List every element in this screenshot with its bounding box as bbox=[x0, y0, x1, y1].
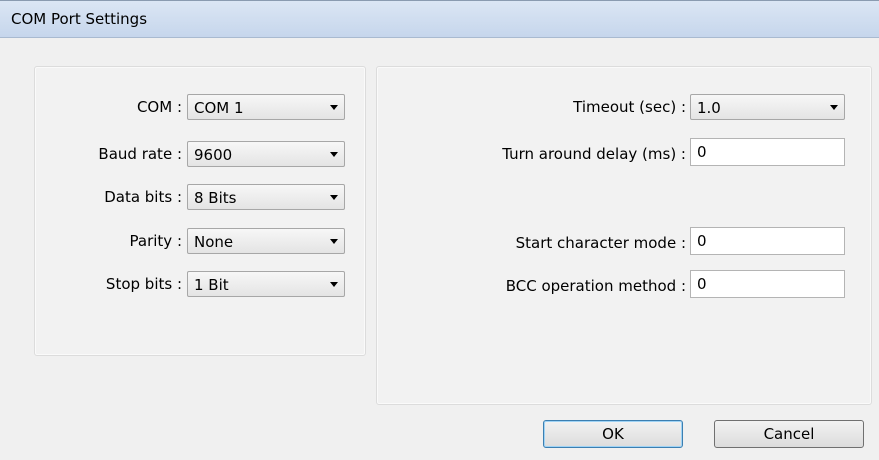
stop-bits-select[interactable]: 1 Bit bbox=[187, 271, 345, 297]
title-bar[interactable]: COM Port Settings bbox=[0, 1, 879, 38]
parity-label: Parity : bbox=[129, 232, 182, 250]
data-bits-label: Data bits : bbox=[104, 188, 182, 206]
stop-bits-select-value: 1 Bit bbox=[194, 276, 229, 294]
baud-rate-select[interactable]: 9600 bbox=[187, 141, 345, 167]
start-character-mode-field[interactable] bbox=[690, 227, 845, 255]
turn-around-delay-input[interactable] bbox=[697, 142, 827, 162]
baud-rate-label: Baud rate : bbox=[98, 145, 182, 163]
bcc-operation-method-field[interactable] bbox=[690, 270, 845, 298]
com-select[interactable]: COM 1 bbox=[187, 94, 345, 120]
chevron-down-icon bbox=[330, 152, 338, 157]
parity-select[interactable]: None bbox=[187, 228, 345, 254]
com-select-value: COM 1 bbox=[194, 99, 244, 117]
start-character-mode-input[interactable] bbox=[697, 231, 827, 251]
stop-bits-label: Stop bits : bbox=[105, 275, 182, 293]
ok-button[interactable]: OK bbox=[543, 420, 683, 448]
chevron-down-icon bbox=[330, 282, 338, 287]
timeout-select[interactable]: 1.0 bbox=[690, 94, 845, 120]
cancel-button[interactable]: Cancel bbox=[714, 420, 864, 448]
parity-select-value: None bbox=[194, 233, 234, 251]
com-port-settings-dialog: COM Port Settings COM : COM 1 Baud rate … bbox=[0, 0, 879, 460]
chevron-down-icon bbox=[830, 105, 838, 110]
chevron-down-icon bbox=[330, 239, 338, 244]
bcc-operation-method-input[interactable] bbox=[697, 274, 827, 294]
timeout-label: Timeout (sec) : bbox=[573, 98, 686, 116]
com-label: COM : bbox=[136, 98, 182, 116]
baud-rate-select-value: 9600 bbox=[194, 146, 233, 164]
bcc-operation-method-label: BCC operation method : bbox=[505, 277, 686, 295]
chevron-down-icon bbox=[330, 195, 338, 200]
data-bits-select[interactable]: 8 Bits bbox=[187, 184, 345, 210]
start-character-mode-label: Start character mode : bbox=[515, 234, 686, 252]
turn-around-delay-field[interactable] bbox=[690, 138, 845, 166]
chevron-down-icon bbox=[330, 105, 338, 110]
window-title: COM Port Settings bbox=[11, 10, 148, 28]
data-bits-select-value: 8 Bits bbox=[194, 189, 237, 207]
timeout-select-value: 1.0 bbox=[697, 99, 721, 117]
turn-around-delay-label: Turn around delay (ms) : bbox=[502, 145, 686, 163]
